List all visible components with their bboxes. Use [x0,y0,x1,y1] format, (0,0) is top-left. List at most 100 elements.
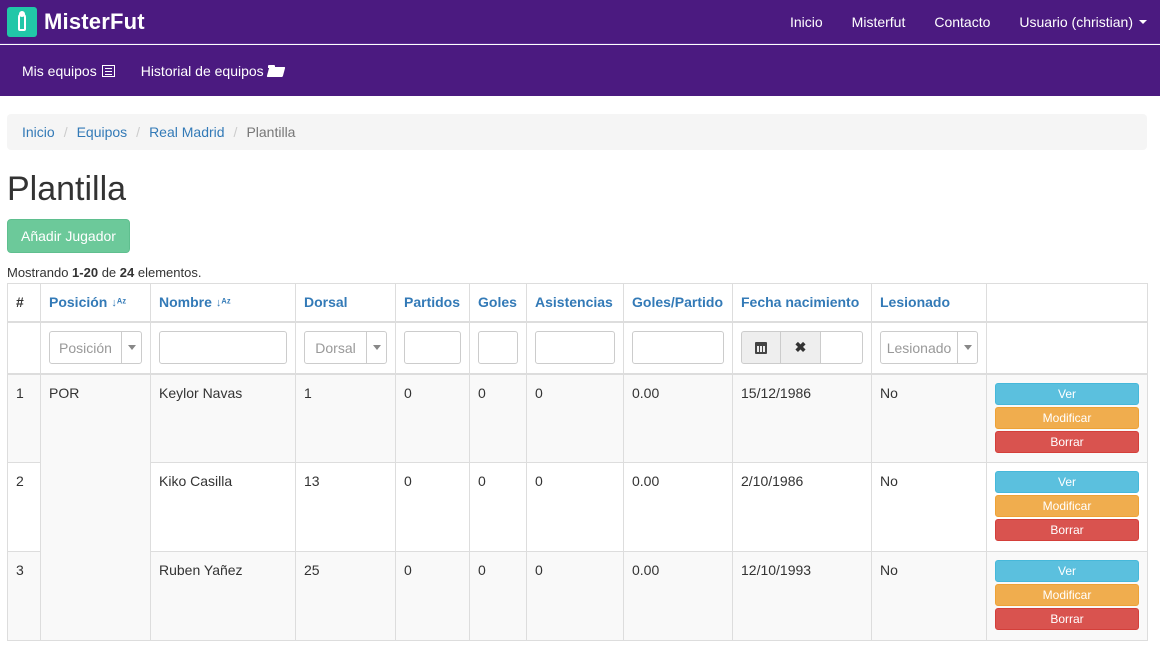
breadcrumb-separator: / [136,124,141,140]
row-assists: 0 [526,551,624,641]
summary-suffix: elementos. [134,265,202,280]
row-name: Ruben Yañez [150,551,296,641]
row-dorsal: 25 [295,551,396,641]
delete-button[interactable]: Borrar [995,519,1139,541]
calendar-icon [755,341,767,354]
nav-home-link[interactable]: Inicio [790,14,823,30]
row-goals: 0 [469,373,527,463]
nav-misterfut-link[interactable]: Misterfut [852,14,906,30]
name-filter-input[interactable] [159,331,287,364]
nav-contact-link[interactable]: Contacto [934,14,990,30]
breadcrumb-current: Plantilla [246,124,296,140]
close-icon: ✖ [794,339,807,355]
summary-prefix: Mostrando [7,265,73,280]
row-name: Keylor Navas [150,373,296,463]
filter-dorsal-cell: Dorsal [295,321,396,375]
goals-filter-input[interactable] [478,331,518,364]
row-matches: 0 [395,551,470,641]
row-position: POR [40,373,151,641]
header-position[interactable]: Posición ↓ᴬᶻ [40,283,151,323]
breadcrumb-team[interactable]: Real Madrid [149,124,224,140]
caret-down-icon [1139,20,1147,24]
row-actions: Ver Modificar Borrar [986,462,1148,552]
list-icon [101,64,115,77]
edit-button[interactable]: Modificar [995,584,1139,606]
position-filter-select[interactable]: Posición [49,331,142,364]
row-injured: No [871,462,987,552]
folder-open-icon [267,64,286,77]
filter-gpm-cell [623,321,733,375]
brand-link[interactable]: MisterFut [7,6,145,38]
my-teams-label: Mis equipos [22,62,97,79]
row-goals: 0 [469,462,527,552]
assists-filter-input[interactable] [535,331,615,364]
row-assists: 0 [526,373,624,463]
filter-matches-cell [395,321,470,375]
row-matches: 0 [395,462,470,552]
header-name-label: Nombre [159,294,212,311]
row-birth-date: 15/12/1986 [732,373,872,463]
view-button[interactable]: Ver [995,471,1139,493]
summary-middle: de [98,265,120,280]
dorsal-filter-select[interactable]: Dorsal [304,331,387,364]
filter-name-cell [150,321,296,375]
injured-filter-placeholder: Lesionado [886,339,952,356]
chevron-down-icon [957,332,977,363]
top-navbar: MisterFut Inicio Misterfut Contacto Usua… [0,0,1160,44]
header-dorsal[interactable]: Dorsal [295,283,396,323]
header-matches[interactable]: Partidos [395,283,470,323]
filter-birth-cell: ✖ [732,321,872,375]
matches-filter-input[interactable] [404,331,461,364]
calendar-button[interactable] [741,331,781,364]
user-menu-dropdown[interactable]: Usuario (christian) [1019,14,1147,30]
header-injured[interactable]: Lesionado [871,283,987,323]
add-player-button[interactable]: Añadir Jugador [7,219,130,253]
my-teams-link[interactable]: Mis equipos [22,63,115,79]
sort-alpha-icon: ↓ᴬᶻ [111,297,127,310]
injured-filter-select[interactable]: Lesionado [880,331,978,364]
team-history-link[interactable]: Historial de equipos [141,63,286,79]
row-actions: Ver Modificar Borrar [986,373,1148,463]
sort-alpha-icon: ↓ᴬᶻ [215,297,231,310]
filter-number-cell [7,321,41,375]
header-birth-date[interactable]: Fecha nacimiento [732,283,872,323]
header-assists[interactable]: Asistencias [526,283,624,323]
breadcrumb-home[interactable]: Inicio [22,124,55,140]
position-filter-placeholder: Posición [59,339,112,356]
view-button[interactable]: Ver [995,382,1139,405]
row-matches: 0 [395,373,470,463]
row-goals: 0 [469,551,527,641]
gpm-filter-input[interactable] [632,331,724,364]
filter-position-cell: Posición [40,321,151,375]
delete-button[interactable]: Borrar [995,608,1139,630]
delete-button[interactable]: Borrar [995,430,1139,453]
breadcrumb-separator: / [63,124,68,140]
filter-injured-cell: Lesionado [871,321,987,375]
summary-range: 1-20 [72,265,99,280]
row-gpm: 0.00 [623,551,733,641]
edit-button[interactable]: Modificar [995,495,1139,517]
table-row: 1 POR Keylor Navas 1 0 0 0 0.00 15/12/19… [7,373,1148,641]
header-actions [986,283,1148,323]
view-button[interactable]: Ver [995,560,1139,582]
row-name: Kiko Casilla [150,462,296,552]
row-dorsal: 1 [295,373,396,463]
header-goals[interactable]: Goles [469,283,527,323]
top-nav: Inicio Misterfut Contacto Usuario (chris… [761,0,1147,44]
breadcrumb-teams[interactable]: Equipos [77,124,128,140]
chevron-down-icon [121,332,141,363]
row-birth-date: 12/10/1993 [732,551,872,641]
birth-date-input[interactable] [821,331,863,364]
row-number: 3 [7,551,41,641]
row-number: 2 [7,462,41,552]
header-goals-per-match[interactable]: Goles/Partido [623,283,733,323]
user-menu-label: Usuario (christian) [1019,14,1133,30]
header-name[interactable]: Nombre ↓ᴬᶻ [150,283,296,323]
breadcrumb-separator: / [233,124,238,140]
breadcrumb: Inicio / Equipos / Real Madrid / Plantil… [7,114,1147,150]
header-number: # [7,283,41,323]
filter-actions-cell [986,321,1148,375]
clear-date-button[interactable]: ✖ [781,331,821,364]
row-number: 1 [7,373,41,463]
edit-button[interactable]: Modificar [995,406,1139,429]
